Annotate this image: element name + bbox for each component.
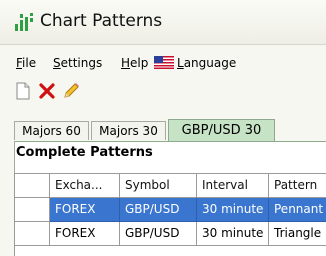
menu-help[interactable]: Help bbox=[121, 52, 148, 74]
cell-symbol[interactable]: GBP/USD bbox=[120, 198, 197, 222]
chart-app-icon bbox=[15, 13, 33, 31]
column-header-exchange[interactable]: Excha... bbox=[50, 174, 120, 198]
tab-majors-60[interactable]: Majors 60 bbox=[14, 121, 89, 140]
cell-pattern[interactable]: Triangle bbox=[269, 222, 326, 246]
table-row[interactable]: FOREX GBP/USD 30 minute Triangle bbox=[15, 222, 326, 246]
menu-help-label: elp bbox=[130, 56, 149, 70]
menu-file[interactable]: File bbox=[16, 52, 36, 74]
cell-interval[interactable]: 30 minute bbox=[197, 222, 269, 246]
menu-help-accel: H bbox=[121, 56, 131, 70]
row-indicator[interactable] bbox=[15, 198, 50, 222]
cell-pattern[interactable]: Pennant bbox=[269, 198, 326, 222]
cell-interval[interactable]: 30 minute bbox=[197, 198, 269, 222]
cell-exchange[interactable]: FOREX bbox=[50, 222, 120, 246]
tab-gbp-usd-30[interactable]: GBP/USD 30 bbox=[168, 119, 275, 141]
menu-settings-label: ettings bbox=[60, 56, 103, 70]
us-flag-icon bbox=[154, 56, 174, 69]
delete-icon[interactable] bbox=[38, 81, 56, 101]
window-title: Chart Patterns bbox=[40, 11, 163, 31]
tab-strip: Majors 60 Majors 30 GBP/USD 30 bbox=[0, 119, 326, 141]
section-title: Complete Patterns bbox=[16, 145, 153, 160]
edit-pencil-icon[interactable] bbox=[62, 81, 80, 101]
patterns-table: Excha... Symbol Interval Pattern FOREX G… bbox=[14, 173, 326, 256]
cell-exchange[interactable]: FOREX bbox=[50, 198, 120, 222]
column-header-pattern[interactable]: Pattern bbox=[269, 174, 326, 198]
column-header-symbol[interactable]: Symbol bbox=[120, 174, 197, 198]
menu-language-label: anguage bbox=[183, 56, 237, 70]
menu-settings[interactable]: Settings bbox=[53, 52, 102, 74]
cell-symbol[interactable]: GBP/USD bbox=[120, 222, 197, 246]
toolbar bbox=[0, 78, 326, 104]
menu-bar: File Settings Help Language bbox=[0, 52, 326, 74]
menu-language-accel: L bbox=[177, 56, 184, 70]
tab-majors-30[interactable]: Majors 30 bbox=[91, 121, 166, 140]
table-row[interactable]: FOREX GBP/USD 30 minute Pennant bbox=[15, 198, 326, 222]
menu-file-label: ile bbox=[22, 56, 37, 70]
title-bar: Chart Patterns bbox=[0, 0, 326, 45]
table-header-row: Excha... Symbol Interval Pattern bbox=[15, 174, 326, 198]
column-header-blank bbox=[15, 174, 50, 198]
row-indicator[interactable] bbox=[15, 222, 50, 246]
column-header-interval[interactable]: Interval bbox=[197, 174, 269, 198]
menu-settings-accel: S bbox=[53, 56, 61, 70]
new-document-icon[interactable] bbox=[14, 81, 32, 101]
menu-language[interactable]: Language bbox=[177, 52, 236, 74]
